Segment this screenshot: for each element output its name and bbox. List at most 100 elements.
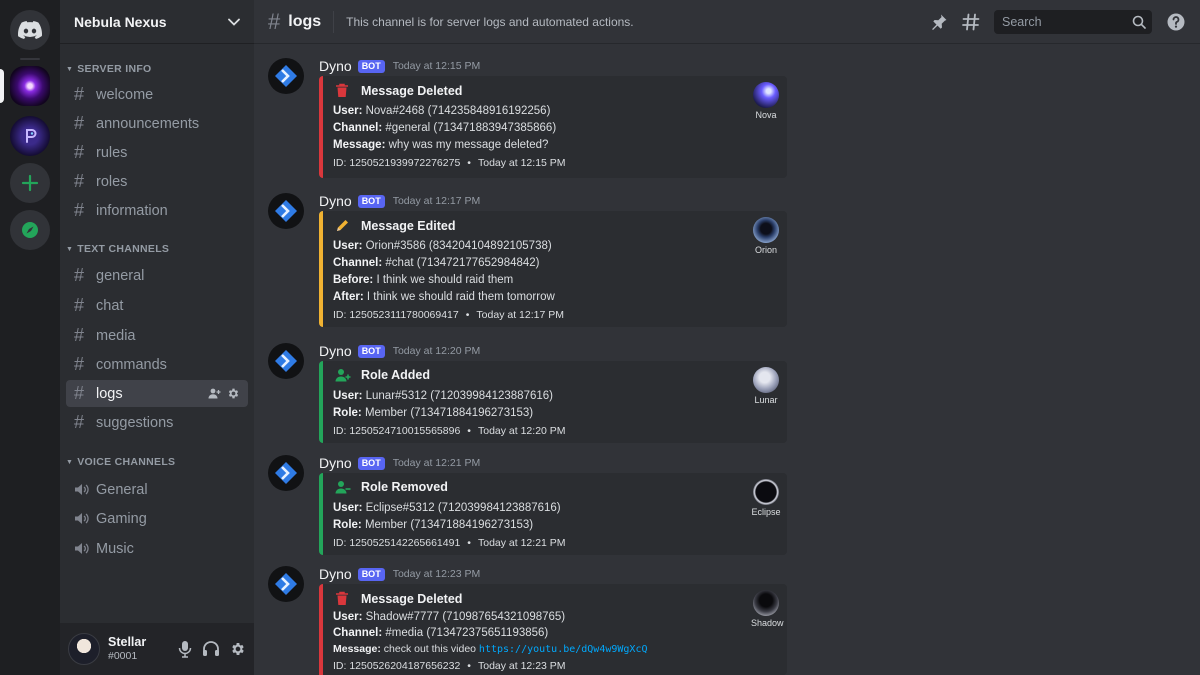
channel-label: General bbox=[96, 481, 148, 498]
embed-field: Role: Member (713471884196273153) bbox=[333, 407, 533, 419]
message-author[interactable]: Dyno bbox=[319, 455, 352, 471]
add-server-button[interactable] bbox=[10, 163, 50, 203]
field-value: Shadow#7777 (710987654321098765) bbox=[365, 611, 566, 623]
selected-server-indicator bbox=[0, 69, 4, 103]
hash-icon: # bbox=[74, 383, 85, 403]
compass-icon bbox=[22, 222, 38, 238]
footer-id: ID: 1250526204187656232 bbox=[333, 660, 461, 672]
channel-label: welcome bbox=[96, 86, 154, 103]
speaker-icon bbox=[74, 542, 94, 555]
channel-rules[interactable]: # rules bbox=[66, 139, 248, 166]
log-embed: Message Deleted User: Nova#2468 (7142358… bbox=[319, 76, 787, 178]
embed-field: User: Orion#3586 (834204104892105738) bbox=[333, 240, 552, 252]
thumbnail-caption: Shadow bbox=[751, 618, 784, 628]
dyno-avatar[interactable] bbox=[268, 566, 304, 602]
channel-media[interactable]: # media bbox=[66, 322, 248, 349]
field-label: After: bbox=[333, 291, 364, 303]
category-label: VOICE CHANNELS bbox=[77, 456, 176, 468]
video-link[interactable]: https://youtu.be/dQw4w9WgXcQ bbox=[479, 644, 648, 655]
embed-thumbnail[interactable]: Lunar bbox=[751, 367, 781, 405]
log-embed: Message Edited User: Orion#3586 (8342041… bbox=[319, 211, 787, 327]
hash-icon: # bbox=[74, 265, 85, 285]
user-minus-icon bbox=[335, 480, 353, 494]
invite-member-icon[interactable] bbox=[208, 388, 221, 399]
bot-badge: BOT bbox=[357, 567, 385, 581]
field-label: User: bbox=[333, 240, 363, 252]
log-embed: Role Removed User: Eclipse#5312 (7120399… bbox=[319, 473, 787, 555]
message-author[interactable]: Dyno bbox=[319, 343, 352, 359]
avatar[interactable] bbox=[68, 633, 100, 665]
voice-channel-music[interactable]: Music bbox=[66, 535, 248, 562]
server-nebula-nexus[interactable] bbox=[10, 66, 50, 106]
trash-icon bbox=[335, 83, 353, 98]
dyno-logo-icon bbox=[275, 350, 297, 372]
footer-id: ID: 1250521939972276275 bbox=[333, 157, 461, 169]
dyno-avatar[interactable] bbox=[268, 343, 304, 379]
message-author[interactable]: Dyno bbox=[319, 193, 352, 209]
footer-time: Today at 12:23 PM bbox=[477, 660, 566, 672]
message-author[interactable]: Dyno bbox=[319, 566, 352, 582]
channel-welcome[interactable]: # welcome bbox=[66, 81, 248, 108]
category-voice-channels[interactable]: ▼ VOICE CHANNELS bbox=[66, 455, 175, 469]
hash-icon: # bbox=[74, 354, 85, 374]
message-timestamp: Today at 12:15 PM bbox=[392, 60, 481, 72]
footer-time: Today at 12:15 PM bbox=[477, 157, 566, 169]
embed-footer: ID: 1250525142265661491 • Today at 12:21 P… bbox=[333, 537, 566, 549]
embed-thumbnail[interactable]: Shadow bbox=[751, 590, 784, 628]
embed-thumbnail[interactable]: Nova bbox=[751, 82, 781, 120]
channel-suggestions[interactable]: # suggestions bbox=[66, 409, 248, 436]
search-input[interactable]: Search bbox=[994, 9, 1152, 34]
channel-chat[interactable]: # chat bbox=[66, 292, 248, 319]
voice-channel-gaming[interactable]: Gaming bbox=[66, 505, 248, 532]
headphones-icon[interactable] bbox=[202, 641, 220, 657]
discord-home-button[interactable] bbox=[10, 10, 50, 50]
category-text-channels[interactable]: ▼ TEXT CHANNELS bbox=[66, 242, 169, 256]
explore-servers-button[interactable] bbox=[10, 210, 50, 250]
field-label: Channel: bbox=[333, 257, 383, 269]
channel-roles[interactable]: # roles bbox=[66, 168, 248, 195]
threads-hash-icon[interactable] bbox=[962, 13, 980, 31]
server-header[interactable]: Nebula Nexus bbox=[60, 0, 254, 44]
dyno-logo-icon bbox=[275, 573, 297, 595]
embed-thumbnail[interactable]: Eclipse bbox=[751, 479, 781, 517]
footer-id: ID: 1250525142265661491 bbox=[333, 537, 461, 549]
embed-thumbnail[interactable]: Orion bbox=[751, 217, 781, 255]
channel-title: logs bbox=[288, 12, 322, 30]
category-server-info[interactable]: ▼ SERVER INFO bbox=[66, 62, 152, 76]
user-panel: Stellar #0001 bbox=[60, 623, 254, 675]
field-value: #general (713471883947385866) bbox=[385, 122, 557, 134]
user-info[interactable]: Stellar #0001 bbox=[108, 635, 178, 663]
channel-information[interactable]: # information bbox=[66, 197, 248, 224]
channel-settings-gear-icon[interactable] bbox=[227, 387, 240, 400]
dyno-avatar[interactable] bbox=[268, 58, 304, 94]
avatar bbox=[753, 217, 779, 243]
field-value: Orion#3586 (834204104892105738) bbox=[365, 240, 552, 252]
embed-field: User: Nova#2468 (714235848916192256) bbox=[333, 105, 550, 117]
server-p[interactable] bbox=[10, 116, 50, 156]
dyno-avatar[interactable] bbox=[268, 193, 304, 229]
server-rail bbox=[0, 0, 60, 675]
message-author[interactable]: Dyno bbox=[319, 58, 352, 74]
pin-icon[interactable] bbox=[930, 13, 948, 31]
channel-label: roles bbox=[96, 173, 128, 190]
field-value: Member (713471884196273153) bbox=[364, 519, 534, 531]
microphone-icon[interactable] bbox=[178, 640, 192, 658]
channel-logs[interactable]: # logs bbox=[66, 380, 248, 407]
user-tag: #0001 bbox=[108, 650, 138, 663]
dyno-avatar[interactable] bbox=[268, 455, 304, 491]
help-icon[interactable] bbox=[1166, 12, 1186, 32]
channel-announcements[interactable]: # announcements bbox=[66, 110, 248, 137]
bot-badge: BOT bbox=[357, 59, 385, 73]
user-settings-gear-icon[interactable] bbox=[230, 641, 246, 657]
user-plus-icon bbox=[335, 368, 353, 382]
message: Dyno BOT Today at 12:15 PM Message Delet… bbox=[268, 58, 828, 178]
category-label: SERVER INFO bbox=[77, 63, 152, 75]
category-label: TEXT CHANNELS bbox=[77, 243, 170, 255]
voice-channel-general[interactable]: General bbox=[66, 476, 248, 503]
trash-icon bbox=[335, 591, 353, 606]
channel-commands[interactable]: # commands bbox=[66, 351, 248, 378]
channel-general[interactable]: # general bbox=[66, 262, 248, 289]
field-value: Member (713471884196273153) bbox=[364, 407, 534, 419]
hash-icon: # bbox=[74, 295, 85, 315]
channel-label: Music bbox=[96, 540, 134, 557]
